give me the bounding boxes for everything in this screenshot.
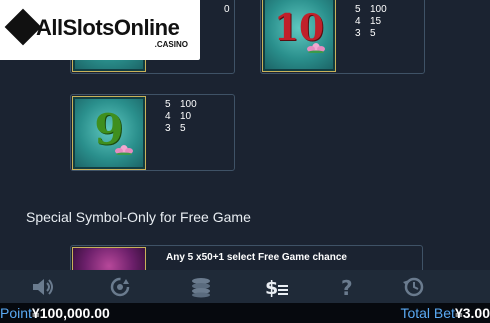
symbol-10-tile: 10 [262,0,336,72]
partial-pay-value: 0 [224,4,230,15]
paytable-icon[interactable]: $ [264,276,290,298]
history-icon[interactable] [400,276,426,298]
pay-row: 4 10 [165,111,192,122]
total-bet-value: ¥3.00 [454,305,490,321]
symbol-10-paytable: 5 100 4 15 35 [355,4,387,40]
point-label: Point [0,305,32,321]
symbol-9-paytable: 5 100 4 10 35 [165,99,197,135]
speaker-icon[interactable] [30,276,56,298]
special-section-title: Special Symbol-Only for Free Game [26,209,251,225]
coins-icon[interactable] [188,276,214,298]
symbol-9-tile: 9 [72,96,146,170]
logo-text: AllSlotsOnline [36,15,180,40]
point-display: Point¥100,000.00 [0,303,110,323]
logo-subtext: .CASINO [154,40,188,49]
total-bet-label: Total Bet [400,305,455,321]
svg-text:$: $ [265,277,278,298]
special-rule-text: Any 5 x50+1 select Free Game chance [166,252,347,263]
autoplay-icon[interactable] [107,276,133,298]
pay-row: 5 100 [355,4,387,15]
svg-text:?: ? [341,276,353,298]
pay-row: 5 100 [165,99,197,110]
help-icon[interactable]: ? [334,276,360,298]
balance-bar: Point¥100,000.00 Total Bet¥3.00 [0,303,490,323]
site-logo: AllSlotsOnline .CASINO [0,0,200,60]
pay-row: 4 15 [355,16,382,27]
pay-row: 35 [165,123,186,134]
lotus-icon [115,145,133,155]
pay-row: 35 [355,28,376,39]
game-toolbar: $ ? [0,270,490,303]
point-value: ¥100,000.00 [31,305,110,321]
total-bet-display: Total Bet¥3.00 [400,303,490,323]
lotus-icon [307,43,325,53]
